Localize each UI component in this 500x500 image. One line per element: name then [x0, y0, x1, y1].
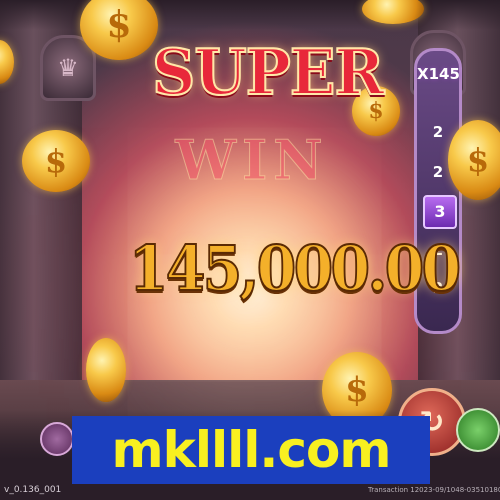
gold-coin-icon: $ — [22, 130, 90, 192]
coin-symbol: $ — [44, 142, 68, 180]
transaction-label: Transaction 12023-09/1048-03510180 — [368, 486, 500, 494]
top-frame — [0, 0, 500, 30]
coin-symbol: $ — [466, 141, 490, 179]
super-win-title: SUPER — [151, 35, 385, 111]
gold-coin-icon: $ — [80, 0, 158, 60]
gold-coin-icon — [86, 338, 126, 402]
menu-button[interactable] — [40, 422, 74, 456]
turbo-button[interactable] — [456, 408, 500, 452]
super-win-subtitle: WIN — [175, 128, 329, 193]
game-scene: ♛ ♛ X145 2 2 3 2 2 $ $ $ $ $ SUPER WIN 1… — [0, 0, 500, 500]
gold-coin-icon: $ — [448, 120, 500, 200]
watermark-banner: mkllll.com — [72, 416, 430, 484]
multiplier-total: X145 — [417, 65, 460, 83]
win-amount: 145,000.00 — [128, 231, 462, 306]
coin-symbol: $ — [106, 4, 132, 46]
multiplier-active-value: 3 — [423, 195, 457, 229]
watermark-text: mkllll.com — [111, 421, 392, 479]
version-label: v_0.136_001 — [4, 485, 62, 495]
